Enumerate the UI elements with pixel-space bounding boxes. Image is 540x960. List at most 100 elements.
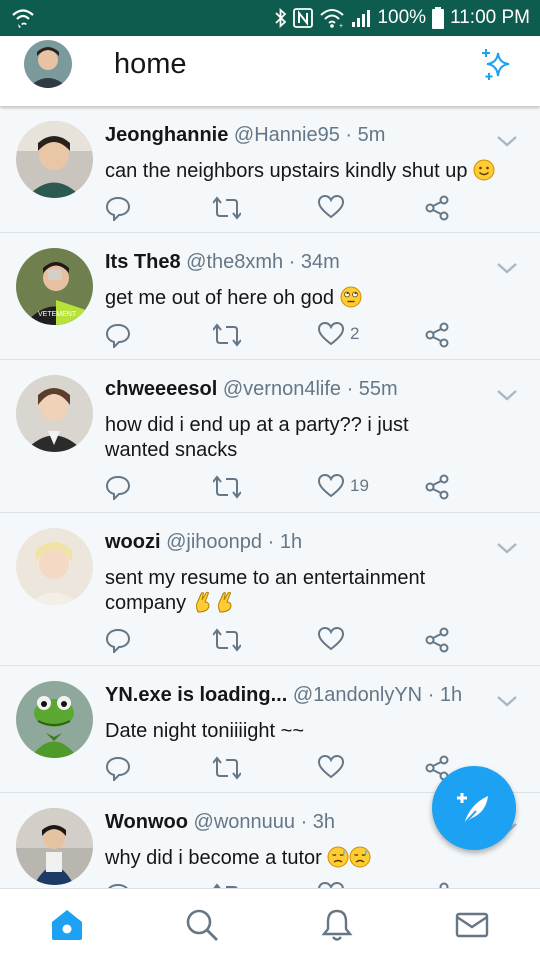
chevron-down-icon[interactable] xyxy=(496,694,518,708)
slightly-smiling-face-icon xyxy=(473,159,495,181)
svg-text:+: + xyxy=(339,23,343,29)
heart-icon xyxy=(318,755,344,779)
tweet-author-name[interactable]: YN.exe is loading... xyxy=(105,684,287,706)
share-button[interactable] xyxy=(425,195,449,221)
like-count: 2 xyxy=(350,324,360,343)
chevron-down-icon[interactable] xyxy=(496,388,518,402)
reply-icon xyxy=(105,196,131,221)
clock: 11:00 PM xyxy=(450,7,530,28)
tweet-time: · 1h xyxy=(267,531,303,553)
bluetooth-icon xyxy=(275,7,287,29)
tweet-text: sent my resume to an entertainment compa… xyxy=(105,567,426,614)
reply-button[interactable] xyxy=(105,322,131,348)
tweet-author-name[interactable]: Its The8 xyxy=(105,251,181,273)
like-button[interactable] xyxy=(318,627,350,651)
notifications-icon[interactable] xyxy=(319,907,355,943)
reply-icon xyxy=(105,323,131,348)
share-icon xyxy=(425,195,449,221)
tweet-time: · 34m xyxy=(288,251,340,273)
search-icon[interactable] xyxy=(184,907,220,943)
profile-avatar[interactable] xyxy=(24,40,72,88)
chevron-down-icon[interactable] xyxy=(496,261,518,275)
sad-sweat-face-icon xyxy=(349,846,371,868)
signal-icon xyxy=(352,10,371,27)
crossed-fingers-icon xyxy=(217,591,232,613)
avatar[interactable] xyxy=(16,121,93,198)
retweet-button[interactable] xyxy=(213,755,241,781)
share-button[interactable] xyxy=(425,627,449,653)
retweet-button[interactable] xyxy=(213,322,241,348)
tweet-time: · 5m xyxy=(345,124,386,146)
chevron-down-icon[interactable] xyxy=(496,134,518,148)
reply-button[interactable] xyxy=(105,755,131,781)
tweet-handle[interactable]: @wonnuuu xyxy=(194,811,295,833)
sparkle-icon[interactable] xyxy=(478,46,516,84)
retweet-icon xyxy=(213,323,241,347)
heart-icon xyxy=(318,195,344,219)
share-button[interactable] xyxy=(425,474,449,500)
heart-icon xyxy=(318,474,344,498)
avatar[interactable] xyxy=(16,375,93,452)
like-button[interactable] xyxy=(318,195,350,219)
retweet-button[interactable] xyxy=(213,474,241,500)
tweet[interactable]: woozi @jihoonpd · 1h sent my resume to a… xyxy=(0,513,540,666)
tweet-time: · 55m xyxy=(346,378,398,400)
tweet-author-name[interactable]: Wonwoo xyxy=(105,811,188,833)
tweet[interactable]: VETEMENT Its The8 @the8xmh · 34m get me … xyxy=(0,233,540,360)
sad-sweat-face-icon xyxy=(327,846,349,868)
reply-button[interactable] xyxy=(105,474,131,500)
avatar[interactable] xyxy=(16,528,93,605)
retweet-button[interactable] xyxy=(213,195,241,221)
like-button[interactable]: 19 xyxy=(318,474,369,498)
share-icon xyxy=(425,474,449,500)
tweet-handle[interactable]: @jihoonpd xyxy=(166,531,262,553)
tweet-author-name[interactable]: Jeonghannie xyxy=(105,124,228,146)
tweet-text: can the neighbors upstairs kindly shut u… xyxy=(105,160,468,182)
share-icon xyxy=(425,627,449,653)
share-button[interactable] xyxy=(425,322,449,348)
like-button[interactable] xyxy=(318,755,350,779)
chevron-down-icon[interactable] xyxy=(496,541,518,555)
tweet-handle[interactable]: @Hannie95 xyxy=(234,124,340,146)
reply-button[interactable] xyxy=(105,195,131,221)
compose-feather-icon xyxy=(457,793,488,825)
tweet-time: · 1h xyxy=(427,684,463,706)
svg-text:VETEMENT: VETEMENT xyxy=(38,311,77,318)
tweet-author-name[interactable]: woozi xyxy=(105,531,161,553)
avatar[interactable] xyxy=(16,681,93,758)
tweet-text: get me out of here oh god xyxy=(105,287,335,309)
avatar[interactable]: VETEMENT xyxy=(16,248,93,325)
reply-button[interactable] xyxy=(105,627,131,653)
compose-tweet-button[interactable] xyxy=(432,766,516,850)
eye-roll-face-icon xyxy=(340,286,362,308)
bottom-navigation xyxy=(0,888,540,960)
heart-icon xyxy=(318,627,344,651)
home-icon[interactable] xyxy=(49,907,85,943)
retweet-icon xyxy=(213,196,241,220)
tweet-text: Date night toniiiight ~~ xyxy=(105,720,305,742)
tweet-handle[interactable]: @1andonlyYN xyxy=(293,684,422,706)
retweet-icon xyxy=(213,628,241,652)
tweet-time: · 3h xyxy=(300,811,336,833)
tweet-text: why did i become a tutor xyxy=(105,847,322,869)
tweet-author-name[interactable]: chweeeesol xyxy=(105,378,217,400)
tweet[interactable]: chweeeesol @vernon4life · 55m how did i … xyxy=(0,360,540,513)
tweet-text: how did i end up at a party?? i just wan… xyxy=(105,414,409,461)
retweet-button[interactable] xyxy=(213,627,241,653)
like-button[interactable]: 2 xyxy=(318,322,359,346)
app-header: home xyxy=(0,36,540,106)
heart-icon xyxy=(318,322,344,346)
tweet-handle[interactable]: @the8xmh xyxy=(186,251,283,273)
page-title: home xyxy=(114,48,187,80)
avatar[interactable] xyxy=(16,808,93,885)
tweet[interactable]: Jeonghannie @Hannie95 · 5m can the neigh… xyxy=(0,106,540,233)
reply-icon xyxy=(105,475,131,500)
reply-icon xyxy=(105,756,131,781)
battery-percent: 100% xyxy=(377,7,427,28)
share-icon xyxy=(425,322,449,348)
battery-icon xyxy=(432,7,445,29)
like-count: 19 xyxy=(350,476,369,495)
retweet-icon xyxy=(213,756,241,780)
tweet-handle[interactable]: @vernon4life xyxy=(223,378,341,400)
messages-icon[interactable] xyxy=(454,907,490,943)
